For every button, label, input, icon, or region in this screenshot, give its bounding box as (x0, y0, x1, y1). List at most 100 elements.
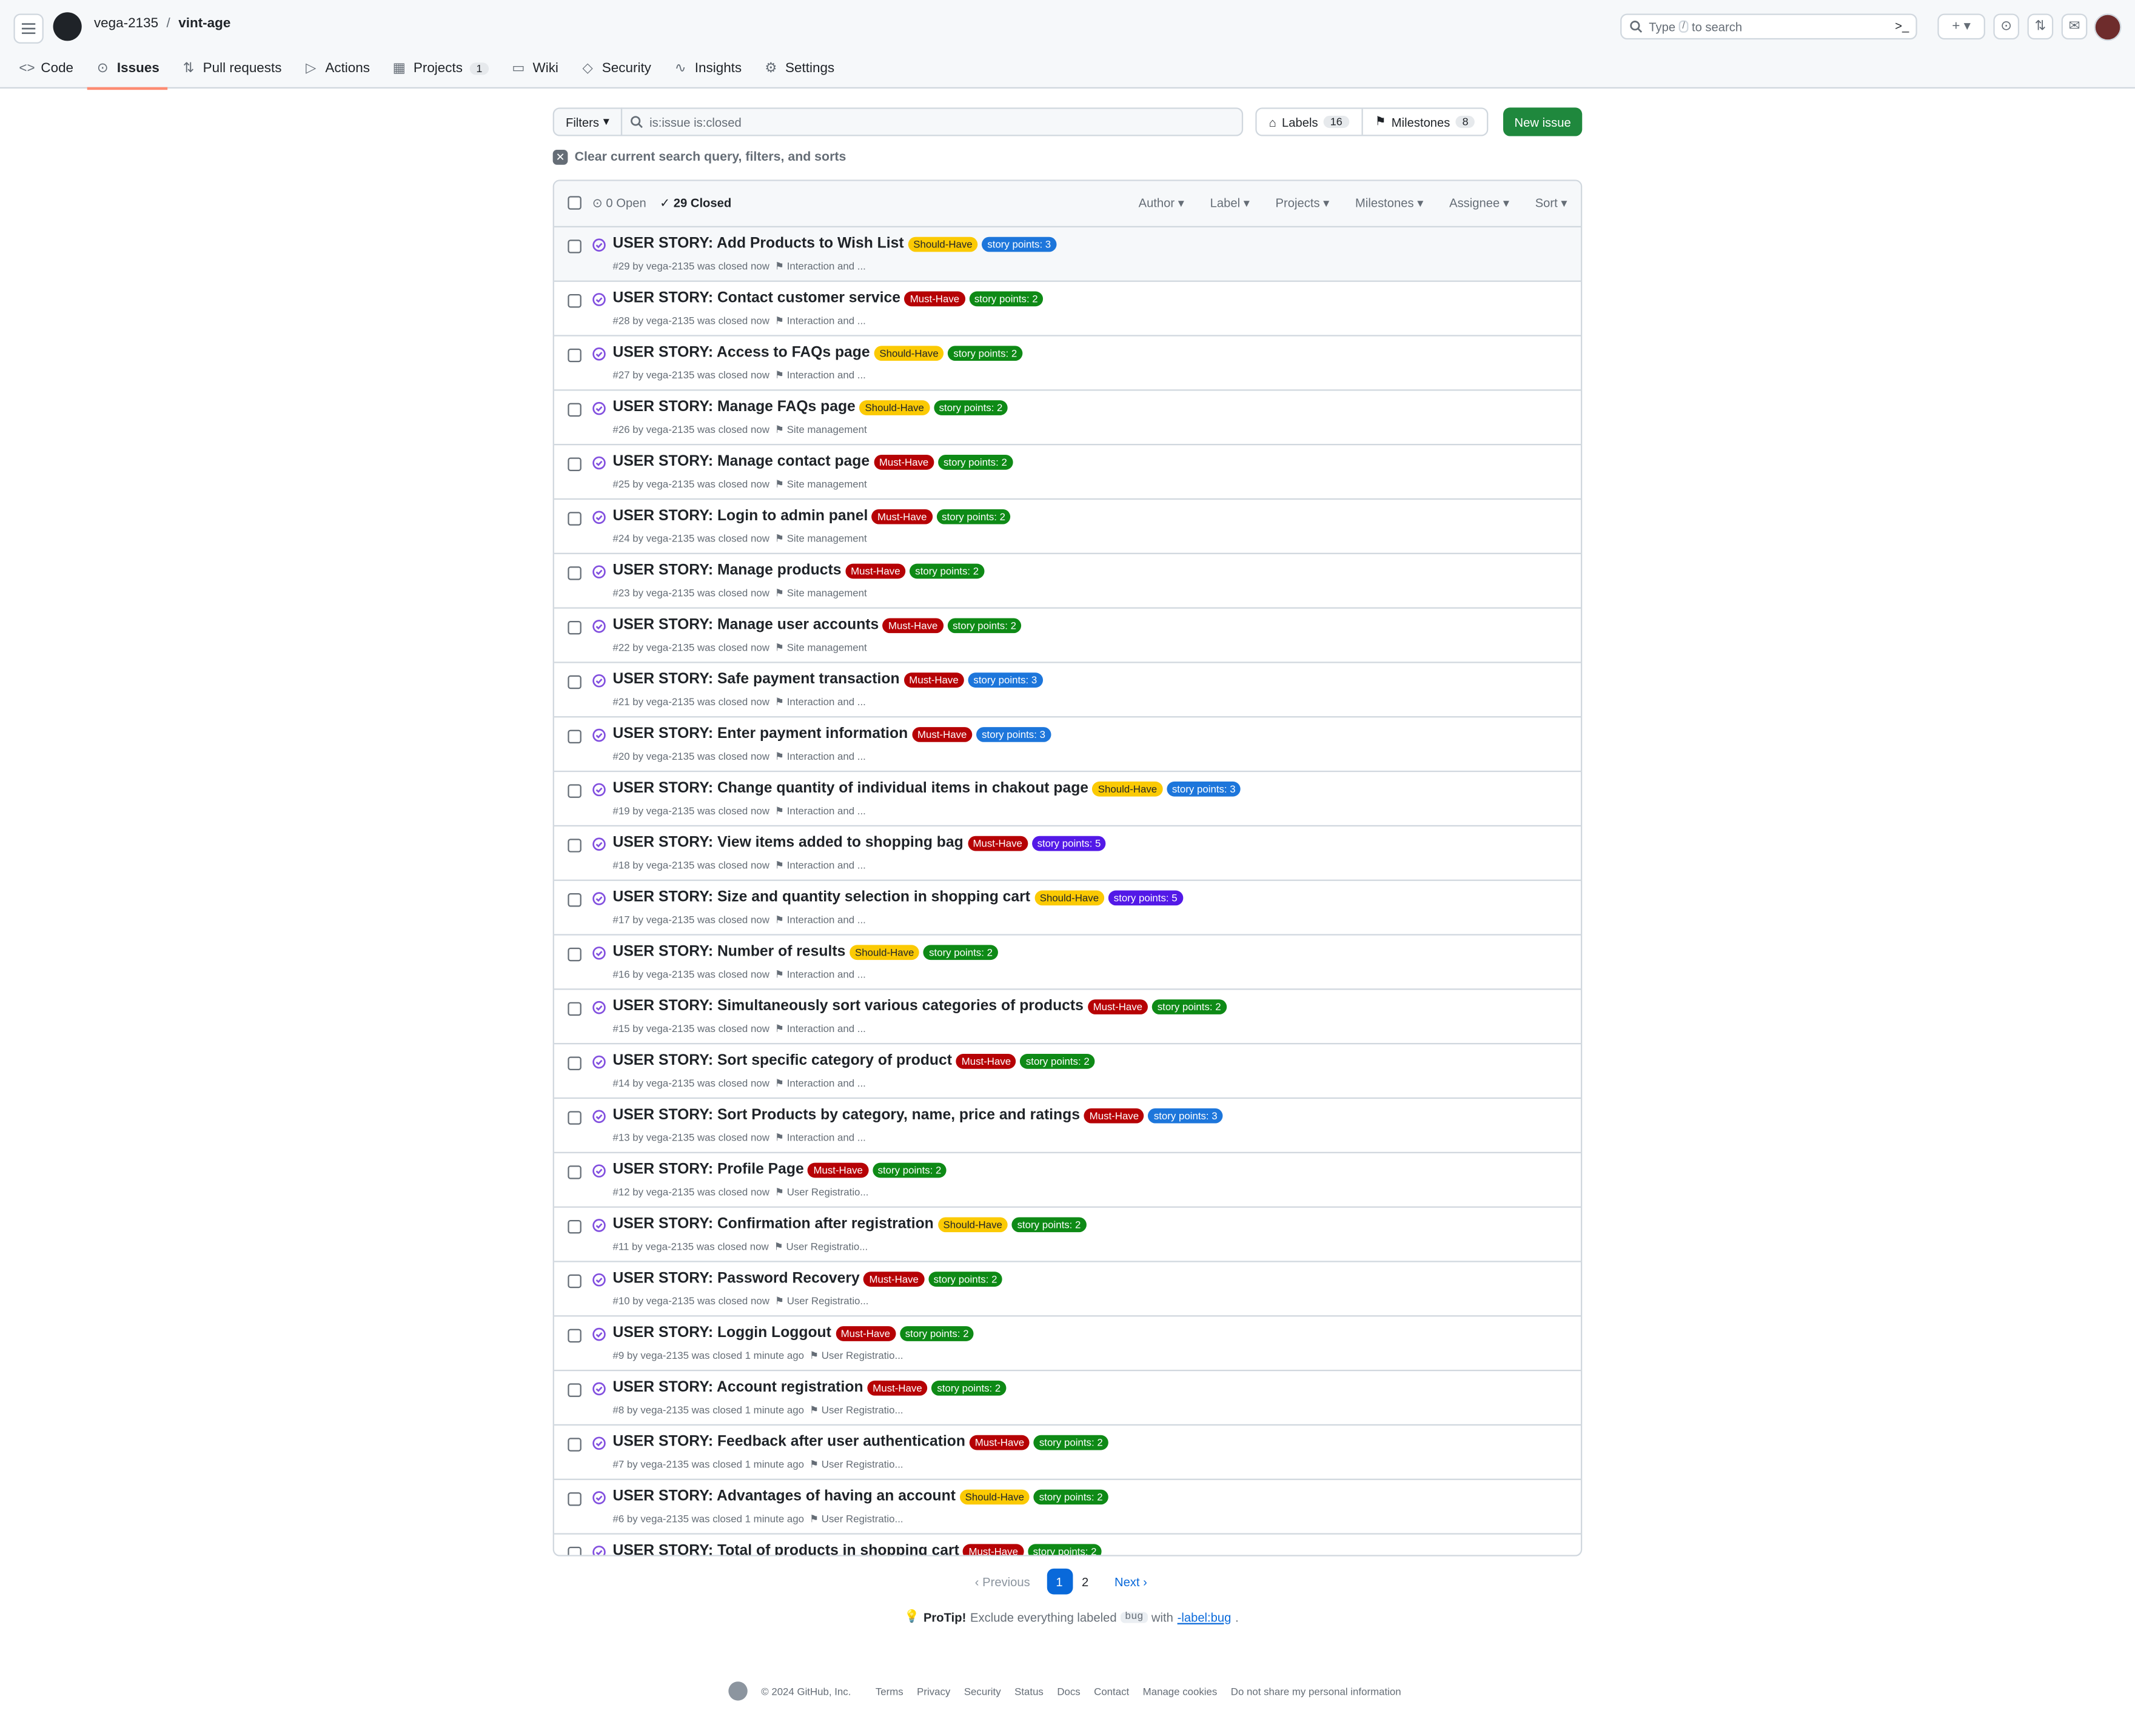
next-page-button[interactable]: Next › (1114, 1575, 1147, 1588)
table-row[interactable]: USER STORY: Simultaneously sort various … (554, 990, 1581, 1045)
milestone-link[interactable]: ⚑ Interaction and ... (775, 695, 866, 708)
story-points-label[interactable]: story points: 2 (1033, 1489, 1108, 1504)
priority-label[interactable]: Must-Have (845, 563, 906, 578)
menu-button[interactable] (13, 13, 44, 44)
priority-label[interactable]: Must-Have (873, 454, 934, 469)
milestone-link[interactable]: ⚑ Site management (775, 478, 867, 490)
row-checkbox[interactable] (568, 566, 582, 580)
milestone-link[interactable]: ⚑ Interaction and ... (775, 369, 866, 381)
row-checkbox[interactable] (568, 1383, 582, 1397)
row-checkbox[interactable] (568, 403, 582, 417)
story-points-label[interactable]: story points: 5 (1031, 835, 1107, 851)
priority-label[interactable]: Must-Have (808, 1162, 868, 1178)
pull-requests-button[interactable]: ⇅ (2027, 13, 2054, 40)
table-row[interactable]: USER STORY: Number of results Should-Have… (554, 936, 1581, 990)
labels-button[interactable]: ⌂ Labels 16 (1257, 109, 1363, 135)
story-points-label[interactable]: story points: 3 (968, 672, 1043, 687)
priority-label[interactable]: Must-Have (963, 1543, 1024, 1555)
table-row[interactable]: USER STORY: Account registration Must-Hav… (554, 1371, 1581, 1426)
issue-title-link[interactable]: USER STORY: Account registration (612, 1379, 863, 1396)
story-points-label[interactable]: story points: 2 (899, 1325, 974, 1341)
priority-label[interactable]: Should-Have (937, 1216, 1008, 1232)
story-points-label[interactable]: story points: 2 (872, 1162, 947, 1178)
tab-projects[interactable]: ▦ Projects 1 (392, 59, 500, 78)
story-points-label[interactable]: story points: 2 (948, 345, 1023, 360)
issue-title-link[interactable]: USER STORY: Manage user accounts (612, 617, 879, 633)
priority-label[interactable]: Must-Have (969, 1434, 1030, 1450)
issue-title-link[interactable]: USER STORY: Simultaneously sort various … (612, 998, 1083, 1014)
story-points-label[interactable]: story points: 3 (982, 236, 1057, 252)
owner-link[interactable]: vega-2135 (94, 16, 158, 32)
milestone-link[interactable]: ⚑ User Registratio... (774, 1241, 868, 1253)
select-all-checkbox[interactable] (568, 196, 582, 210)
issue-search-input[interactable]: is:issue is:closed (620, 107, 1244, 136)
clear-filters-link[interactable]: ✕ Clear current search query, filters, a… (552, 150, 846, 165)
priority-label[interactable]: Must-Have (903, 672, 964, 687)
issue-title-link[interactable]: USER STORY: Confirmation after registrat… (612, 1216, 933, 1232)
issue-title-link[interactable]: USER STORY: Size and quantity selection … (612, 889, 1030, 905)
priority-label[interactable]: Must-Have (967, 835, 1028, 851)
story-points-label[interactable]: story points: 2 (910, 563, 985, 578)
priority-label[interactable]: Must-Have (867, 1379, 928, 1395)
projects-filter[interactable]: Projects ▾ (1276, 196, 1330, 211)
table-row[interactable]: USER STORY: Safe payment transaction Must… (554, 663, 1581, 718)
assignee-filter[interactable]: Assignee ▾ (1449, 196, 1509, 211)
closed-issues-link[interactable]: ✓ 29 Closed (660, 196, 731, 211)
milestone-link[interactable]: ⚑ Interaction and ... (775, 1077, 866, 1089)
table-row[interactable]: USER STORY: Login to admin panel Must-Hav… (554, 500, 1581, 554)
protip-link[interactable]: -label:bug (1178, 1610, 1232, 1623)
priority-label[interactable]: Should-Have (859, 400, 930, 415)
priority-label[interactable]: Should-Have (874, 345, 944, 360)
issue-title-link[interactable]: USER STORY: Contact customer service (612, 290, 900, 306)
story-points-label[interactable]: story points: 2 (936, 508, 1011, 524)
story-points-label[interactable]: story points: 2 (1151, 999, 1227, 1014)
milestone-link[interactable]: ⚑ Site management (775, 532, 867, 545)
filters-button[interactable]: Filters ▾ (552, 107, 623, 136)
milestones-filter[interactable]: Milestones ▾ (1355, 196, 1423, 211)
page-1-button[interactable]: 1 (1046, 1568, 1073, 1595)
footer-link-terms[interactable]: Terms (876, 1685, 903, 1697)
row-checkbox[interactable] (568, 512, 582, 526)
table-row[interactable]: USER STORY: Access to FAQs page Should-Ha… (554, 337, 1581, 391)
issue-title-link[interactable]: USER STORY: Password Recovery (612, 1270, 859, 1287)
author-filter[interactable]: Author ▾ (1139, 196, 1184, 211)
tab-insights[interactable]: ∿ Insights (673, 59, 752, 78)
table-row[interactable]: USER STORY: Sort Products by category, n… (554, 1099, 1581, 1153)
priority-label[interactable]: Should-Have (1034, 890, 1105, 905)
table-row[interactable]: USER STORY: Advantages of having an acco… (554, 1480, 1581, 1535)
row-checkbox[interactable] (568, 1492, 582, 1506)
milestone-link[interactable]: ⚑ User Registratio... (809, 1349, 903, 1361)
avatar[interactable] (2094, 13, 2122, 41)
priority-label[interactable]: Must-Have (835, 1325, 896, 1341)
story-points-label[interactable]: story points: 2 (938, 454, 1013, 469)
milestone-link[interactable]: ⚑ Interaction and ... (775, 805, 866, 817)
issue-title-link[interactable]: USER STORY: Sort Products by category, n… (612, 1107, 1079, 1124)
row-checkbox[interactable] (568, 675, 582, 689)
story-points-label[interactable]: story points: 3 (1148, 1107, 1223, 1123)
issue-title-link[interactable]: USER STORY: Add Products to Wish List (612, 235, 903, 252)
row-checkbox[interactable] (568, 240, 582, 253)
priority-label[interactable]: Should-Have (1092, 780, 1163, 796)
row-checkbox[interactable] (568, 348, 582, 363)
story-points-label[interactable]: story points: 2 (947, 617, 1022, 633)
new-issue-button[interactable]: New issue (1503, 107, 1583, 136)
priority-label[interactable]: Must-Have (863, 1271, 924, 1286)
milestone-link[interactable]: ⚑ Interaction and ... (775, 750, 866, 762)
issue-title-link[interactable]: USER STORY: Loggin Loggout (612, 1325, 831, 1341)
story-points-label[interactable]: story points: 5 (1108, 890, 1183, 905)
story-points-label[interactable]: story points: 2 (1033, 1434, 1108, 1450)
table-row[interactable]: USER STORY: Change quantity of individua… (554, 772, 1581, 827)
milestones-button[interactable]: ⚑ Milestones 8 (1362, 109, 1487, 135)
table-row[interactable]: USER STORY: Confirmation after registrat… (554, 1208, 1581, 1262)
repo-link[interactable]: vint-age (178, 16, 230, 32)
story-points-label[interactable]: story points: 2 (933, 400, 1008, 415)
tab-code[interactable]: <> Code (19, 59, 84, 78)
github-logo-icon[interactable] (728, 1681, 748, 1701)
footer-link-manage-cookies[interactable]: Manage cookies (1143, 1685, 1218, 1697)
story-points-label[interactable]: story points: 2 (968, 290, 1044, 306)
row-checkbox[interactable] (568, 1438, 582, 1452)
footer-link-docs[interactable]: Docs (1057, 1685, 1080, 1697)
row-checkbox[interactable] (568, 1002, 582, 1016)
issue-title-link[interactable]: USER STORY: Change quantity of individua… (612, 780, 1088, 797)
row-checkbox[interactable] (568, 1219, 582, 1234)
